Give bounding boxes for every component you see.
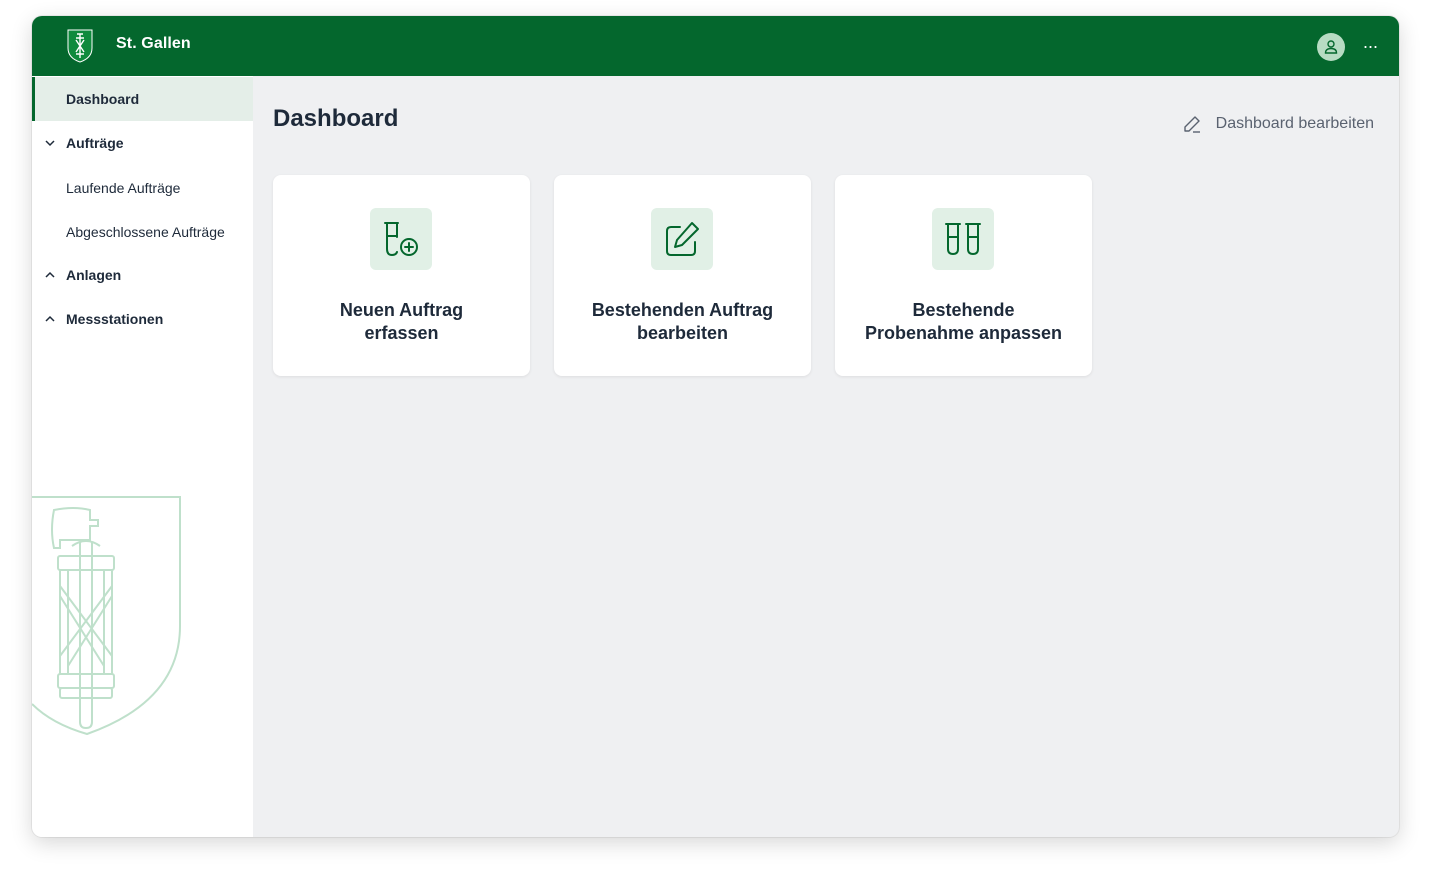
- brand-name[interactable]: St. Gallen: [116, 35, 191, 53]
- st-gallen-logo-icon[interactable]: [66, 28, 94, 64]
- card-new-order[interactable]: Neuen Auftrag erfassen: [273, 175, 530, 376]
- sidebar-item-dashboard[interactable]: Dashboard: [32, 77, 253, 121]
- pencil-icon: [1183, 116, 1200, 133]
- app-window: St. Gallen ··· Dashboard Aufträge Laufen…: [32, 16, 1399, 837]
- sidebar-item-label: Laufende Aufträge: [66, 180, 181, 196]
- card-icon-box: [932, 208, 994, 270]
- top-bar: St. Gallen ···: [32, 16, 1399, 76]
- more-options-button[interactable]: ···: [1360, 32, 1380, 60]
- edit-icon: [666, 222, 699, 256]
- main-content: Dashboard Dashboard bearbeiten Neuen Auf…: [253, 76, 1399, 837]
- sidebar-item-laufende-auftraege[interactable]: Laufende Aufträge: [32, 166, 253, 210]
- card-title: Bestehenden Auftrag bearbeiten: [564, 299, 801, 345]
- card-adjust-sampling[interactable]: Bestehende Probenahme anpassen: [835, 175, 1092, 376]
- chevron-up-icon: [45, 271, 55, 278]
- sidebar: Dashboard Aufträge Laufende Aufträge Abg…: [32, 76, 253, 837]
- card-edit-order[interactable]: Bestehenden Auftrag bearbeiten: [554, 175, 811, 376]
- test-tube-plus-icon: [384, 222, 418, 256]
- card-icon-box: [651, 208, 713, 270]
- user-avatar-button[interactable]: [1317, 33, 1345, 61]
- card-title-line: bearbeiten: [636, 323, 729, 343]
- card-title-line: Neuen Auftrag: [339, 300, 464, 320]
- edit-dashboard-button[interactable]: Dashboard bearbeiten: [1182, 114, 1374, 134]
- sidebar-item-label: Abgeschlossene Aufträge: [66, 224, 225, 240]
- sidebar-item-messstationen[interactable]: Messstationen: [32, 297, 253, 341]
- user-icon: [1324, 40, 1338, 54]
- sidebar-item-abgeschlossene-auftraege[interactable]: Abgeschlossene Aufträge: [32, 210, 253, 254]
- more-icon: ···: [1362, 36, 1379, 56]
- card-title: Bestehende Probenahme anpassen: [845, 299, 1082, 345]
- sidebar-item-anlagen[interactable]: Anlagen: [32, 253, 253, 297]
- crest-watermark-icon: [32, 496, 181, 736]
- sidebar-item-auftraege[interactable]: Aufträge: [32, 121, 253, 165]
- card-icon-box: [370, 208, 432, 270]
- page-title: Dashboard: [273, 105, 399, 132]
- test-tubes-icon: [945, 223, 981, 255]
- card-title-line: erfassen: [364, 323, 439, 343]
- card-title-line: Bestehenden Auftrag: [591, 300, 774, 320]
- card-title: Neuen Auftrag erfassen: [283, 299, 520, 345]
- sidebar-item-label: Dashboard: [66, 91, 140, 107]
- sidebar-item-label: Messstationen: [66, 311, 164, 327]
- chevron-down-icon: [45, 140, 55, 147]
- edit-dashboard-label: Dashboard bearbeiten: [1215, 115, 1374, 132]
- card-title-line: Probenahme anpassen: [864, 323, 1063, 343]
- card-title-line: Bestehende: [912, 300, 1015, 320]
- sidebar-item-label: Aufträge: [66, 135, 124, 151]
- sidebar-item-label: Anlagen: [66, 267, 122, 283]
- chevron-up-icon: [45, 315, 55, 322]
